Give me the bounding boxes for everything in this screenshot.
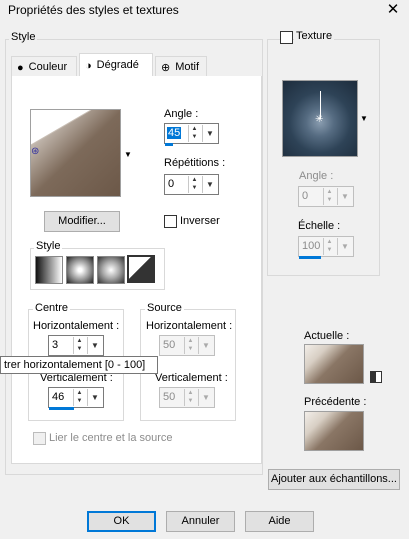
repeats-spinbox[interactable]: 0 ▲ ▼ ▼ [164, 174, 219, 195]
tab-degrade[interactable]: ◑ Dégradé [79, 53, 153, 77]
ok-button-label: OK [113, 515, 130, 527]
angle-slider-fill[interactable] [165, 143, 173, 146]
texture-scale-value: 100 [302, 240, 321, 252]
previous-swatch[interactable] [304, 411, 364, 451]
texture-label[interactable]: Texture [294, 30, 335, 42]
texture-angle-value: 0 [302, 190, 309, 202]
source-vertical-value: 50 [163, 391, 176, 403]
angle-value[interactable]: 45 [167, 127, 182, 139]
texture-scale-slider-fill [299, 256, 321, 259]
texture-angle-spin-arrows-icon: ▲ ▼ [323, 188, 335, 205]
center-h-spin-arrows-icon[interactable]: ▲ ▼ [73, 337, 85, 354]
help-button[interactable]: Aide [245, 511, 314, 532]
center-horizontal-value[interactable]: 3 [52, 339, 58, 351]
linear-style-icon[interactable] [35, 256, 63, 284]
ok-button[interactable]: OK [87, 511, 156, 532]
repeats-dropdown-icon[interactable]: ▼ [202, 176, 217, 193]
source-h-dropdown-icon: ▼ [198, 337, 213, 354]
gradient-dropdown-icon[interactable]: ▼ [124, 150, 132, 159]
pattern-icon: ⊕ [161, 62, 171, 74]
invert-checkbox[interactable] [164, 215, 177, 228]
center-horizontal-spinbox[interactable]: 3 ▲ ▼ ▼ [48, 335, 104, 356]
cancel-button-label: Annuler [181, 515, 220, 527]
center-group-label: Centre [33, 302, 71, 314]
texture-center-icon: ✳ [315, 114, 324, 125]
repeats-label: Répétitions : [164, 157, 226, 169]
current-label: Actuelle : [304, 330, 350, 342]
tab-couleur[interactable]: ● Couleur [11, 56, 77, 77]
texture-angle-spinbox: 0 ▲ ▼ ▼ [298, 186, 354, 207]
source-vertical-label: Verticalement : [155, 372, 228, 384]
center-vertical-spinbox[interactable]: 46 ▲ ▼ ▼ [48, 387, 104, 410]
tab-label: Motif [175, 61, 200, 73]
center-vertical-slider-fill[interactable] [49, 407, 74, 410]
source-horizontal-label: Horizontalement : [146, 320, 233, 332]
previous-label: Précédente : [304, 396, 367, 408]
repeats-spin-arrows-icon[interactable]: ▲ ▼ [188, 176, 200, 193]
close-button[interactable]: ✕ [382, 0, 404, 20]
gradient-center-marker-icon[interactable]: ⊛ [31, 146, 39, 157]
swatch-menu-icon[interactable] [370, 371, 382, 383]
repeats-value[interactable]: 0 [168, 178, 174, 190]
half-circle-icon: ◑ [85, 60, 92, 72]
tab-motif[interactable]: ⊕ Motif [155, 56, 207, 77]
gradient-preview[interactable]: ⊛ [30, 109, 121, 197]
source-horizontal-spinbox: 50 ▲ ▼ ▼ [159, 335, 215, 356]
link-center-source-checkbox [33, 432, 46, 445]
texture-scale-spinbox: 100 ▲ ▼ ▼ [298, 236, 354, 259]
window-title: Propriétés des styles et textures [8, 3, 179, 17]
angle-spinbox[interactable]: 45 ▲ ▼ ▼ [164, 123, 219, 146]
rectangular-style-icon[interactable] [66, 256, 94, 284]
texture-scale-spin-arrows-icon: ▲ ▼ [323, 238, 335, 255]
center-h-dropdown-icon[interactable]: ▼ [87, 337, 102, 354]
texture-preview[interactable]: ✳ [282, 80, 358, 157]
angle-dropdown-icon[interactable]: ▼ [202, 125, 217, 142]
texture-scale-label: Échelle : [298, 220, 341, 232]
invert-label[interactable]: Inverser [180, 215, 220, 227]
style-group-label: Style [9, 31, 38, 43]
source-vertical-spinbox: 50 ▲ ▼ ▼ [159, 387, 215, 408]
texture-checkbox[interactable] [280, 31, 293, 44]
filled-circle-icon: ● [17, 62, 24, 74]
tab-label: Dégradé [96, 59, 139, 71]
current-swatch [304, 344, 364, 384]
source-h-spin-arrows-icon: ▲ ▼ [184, 337, 196, 354]
tooltip: trer horizontalement [0 - 100] [0, 356, 158, 374]
gradient-style-label: Style [34, 240, 63, 252]
texture-scale-dropdown-icon: ▼ [337, 238, 352, 255]
texture-angle-dropdown-icon: ▼ [337, 188, 352, 205]
add-to-swatches-button[interactable]: Ajouter aux échantillons... [268, 469, 400, 490]
link-center-source-label: Lier le centre et la source [49, 432, 173, 444]
modify-button-label: Modifier... [58, 215, 106, 227]
modify-button[interactable]: Modifier... [44, 211, 120, 232]
texture-angle-label: Angle : [299, 170, 334, 182]
radial-style-icon[interactable] [127, 255, 155, 283]
center-v-dropdown-icon[interactable]: ▼ [87, 389, 102, 406]
sunburst-style-icon[interactable] [97, 256, 125, 284]
texture-dropdown-icon[interactable]: ▼ [360, 114, 368, 123]
angle-label: Angle : [164, 108, 199, 120]
source-v-dropdown-icon: ▼ [198, 389, 213, 406]
cancel-button[interactable]: Annuler [166, 511, 235, 532]
center-horizontal-label: Horizontalement : [33, 320, 120, 332]
help-button-label: Aide [268, 515, 291, 527]
add-to-swatches-label: Ajouter aux échantillons... [271, 473, 397, 485]
source-v-spin-arrows-icon: ▲ ▼ [184, 389, 196, 406]
source-group-label: Source [145, 302, 184, 314]
tab-label: Couleur [28, 61, 68, 73]
center-v-spin-arrows-icon[interactable]: ▲ ▼ [73, 389, 85, 406]
gradient-preview-graphic [31, 110, 120, 196]
angle-spin-arrows-icon[interactable]: ▲ ▼ [188, 125, 200, 142]
center-vertical-value[interactable]: 46 [52, 391, 64, 403]
source-horizontal-value: 50 [163, 339, 176, 351]
